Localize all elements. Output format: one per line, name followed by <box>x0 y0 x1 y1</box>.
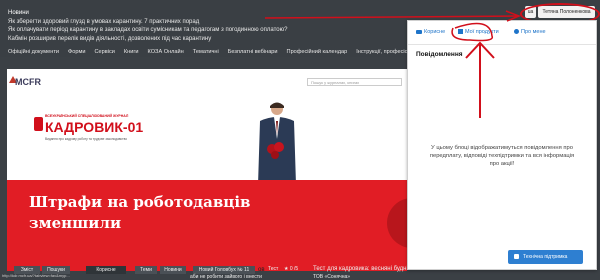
headline-left[interactable]: ов <box>258 267 265 273</box>
journal-subtitle: Видання про кадрову роботу та трудове за… <box>45 137 128 141</box>
nav-item-books[interactable]: Книги <box>124 49 139 59</box>
main-content: MCFR Пошук у журналах, книгах ВСЕУКРАЇНС… <box>7 69 407 271</box>
notifications-empty-text: У цьому блоці відображатимуться повідомл… <box>429 145 575 167</box>
user-dropdown-panel: Корисне Мої продукти Про мене Повідомлен… <box>407 20 597 270</box>
news-button[interactable]: Новини <box>160 266 186 274</box>
nav-item-themes[interactable]: Тематичні <box>193 49 219 59</box>
journal-tagline: ВСЕУКРАЇНСЬКИЙ СПЕЦІАЛІЗОВАНИЙ ЖУРНАЛ <box>45 114 129 118</box>
panel-divider <box>408 44 596 45</box>
journal-logo-icon <box>34 117 43 131</box>
banner-title: Штрафи на роботодавців зменшили <box>29 193 251 232</box>
nav-item-koza[interactable]: КОЗА Онлайн <box>148 49 184 59</box>
rate-label: Тест <box>268 266 279 272</box>
brand-logo[interactable]: MCFR <box>15 77 41 87</box>
issue-button[interactable]: Новий Головбух № 11 <box>193 266 255 274</box>
contents-button[interactable]: Зміст <box>14 266 40 274</box>
nav-item-webinars[interactable]: Безплатні вебінари <box>228 49 278 59</box>
journal-title: КАДРОВИК-01 <box>45 119 144 135</box>
subline-right: ТОВ «Сонячна» <box>313 274 351 280</box>
notifications-heading: Повідомлення <box>416 51 463 58</box>
cover-person-image <box>258 102 296 185</box>
subline-left: аби не робити зайвого і внести <box>190 274 262 280</box>
star-icon: ★ <box>284 266 289 272</box>
nav-item-calendar[interactable]: Професійний календар <box>287 49 348 59</box>
useful-button[interactable]: Корисне <box>86 266 126 274</box>
news-link-2[interactable]: Як оплачувати період карантину в заклада… <box>8 26 287 35</box>
nav-item-forms[interactable]: Форми <box>68 49 85 59</box>
headline-right[interactable]: Тест для кадровика: весняні будні <box>313 266 408 272</box>
grid-icon <box>458 29 463 35</box>
nav-item-services[interactable]: Сервіси <box>94 49 114 59</box>
rating-value: ★ 0 /5 <box>284 266 299 272</box>
themes-button[interactable]: Теми <box>135 266 157 274</box>
news-header: Новини <box>8 10 29 16</box>
news-link-3[interactable]: Кабмін розширив перелік видів діяльності… <box>8 35 287 44</box>
search-input[interactable]: Пошук у журналах, книгах <box>307 78 402 86</box>
tab-my-products[interactable]: Мої продукти <box>458 27 499 37</box>
nav-item-documents[interactable]: Офіційні документи <box>8 49 59 59</box>
banner-decoration <box>387 198 407 248</box>
news-link-1[interactable]: Як зберегти здоровий глузд в умовах кара… <box>8 18 287 27</box>
user-icon <box>514 29 519 35</box>
promo-banner[interactable]: Штрафи на роботодавців зменшили <box>7 180 407 271</box>
main-nav: Офіційні документи Форми Сервіси Книги К… <box>8 49 423 59</box>
bookmark-icon <box>416 29 422 34</box>
search-history-button[interactable]: Пошуки <box>42 266 70 274</box>
tab-about-me[interactable]: Про мене <box>514 27 546 37</box>
news-block: Новини Як зберегти здоровий глузд в умов… <box>8 9 287 43</box>
tab-favorites[interactable]: Корисне <box>416 27 445 37</box>
chat-icon <box>514 254 519 260</box>
tech-support-button[interactable]: Технічна підтримка <box>508 250 583 264</box>
